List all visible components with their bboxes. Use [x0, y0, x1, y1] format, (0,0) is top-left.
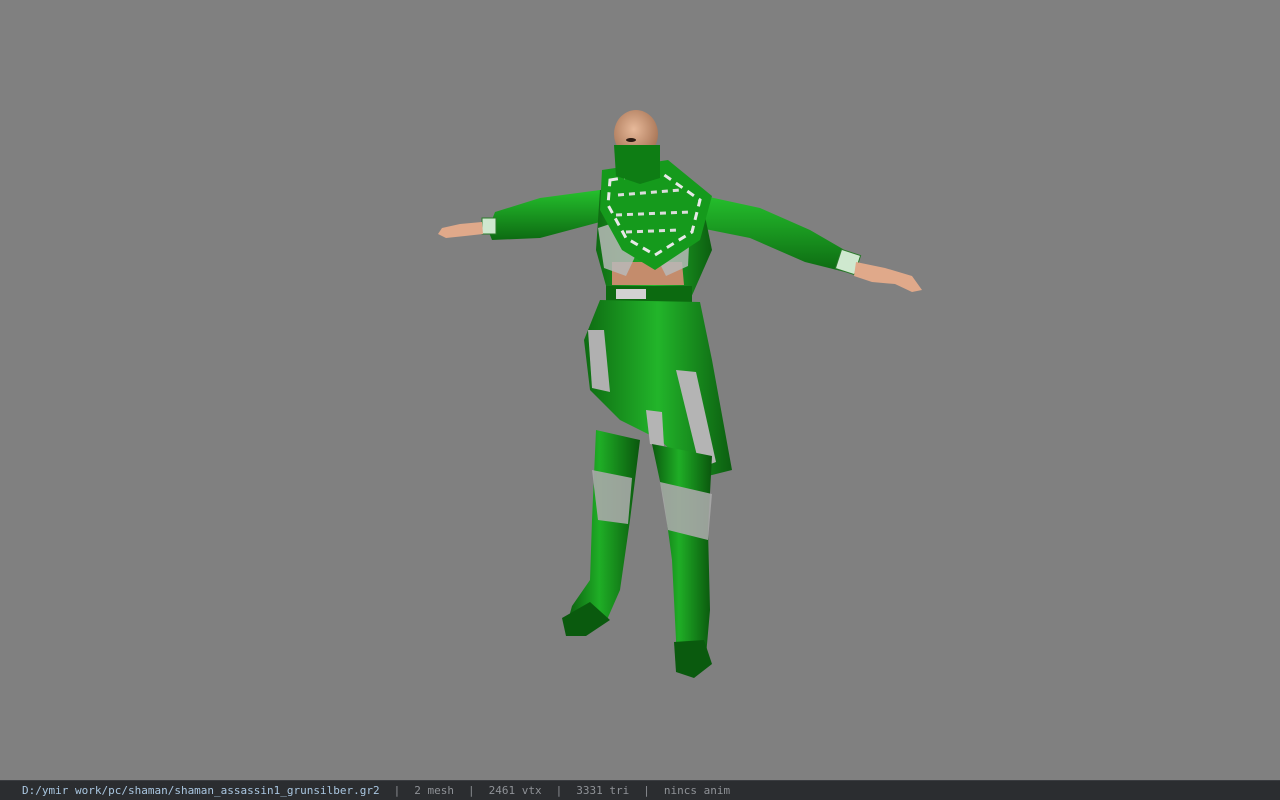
separator: |	[393, 784, 401, 797]
head	[614, 110, 660, 184]
mesh-count: 2 mesh	[414, 784, 454, 797]
status-bar: D:/ymir work/pc/shaman/shaman_assassin1_…	[0, 780, 1280, 800]
left-leg	[562, 430, 640, 636]
left-arm	[438, 190, 600, 240]
separator: |	[468, 784, 475, 797]
animation-status: nincs anim	[663, 784, 731, 797]
right-arm	[700, 195, 922, 292]
triangle-count: 3331 tri	[576, 784, 630, 797]
separator: |	[643, 784, 650, 797]
vertex-count: 2461 vtx	[488, 784, 542, 797]
separator: |	[555, 784, 563, 797]
right-leg	[652, 444, 712, 678]
character-model[interactable]	[0, 0, 1280, 780]
3d-viewport[interactable]	[0, 0, 1280, 780]
file-path: D:/ymir work/pc/shaman/shaman_assassin1_…	[22, 784, 380, 797]
